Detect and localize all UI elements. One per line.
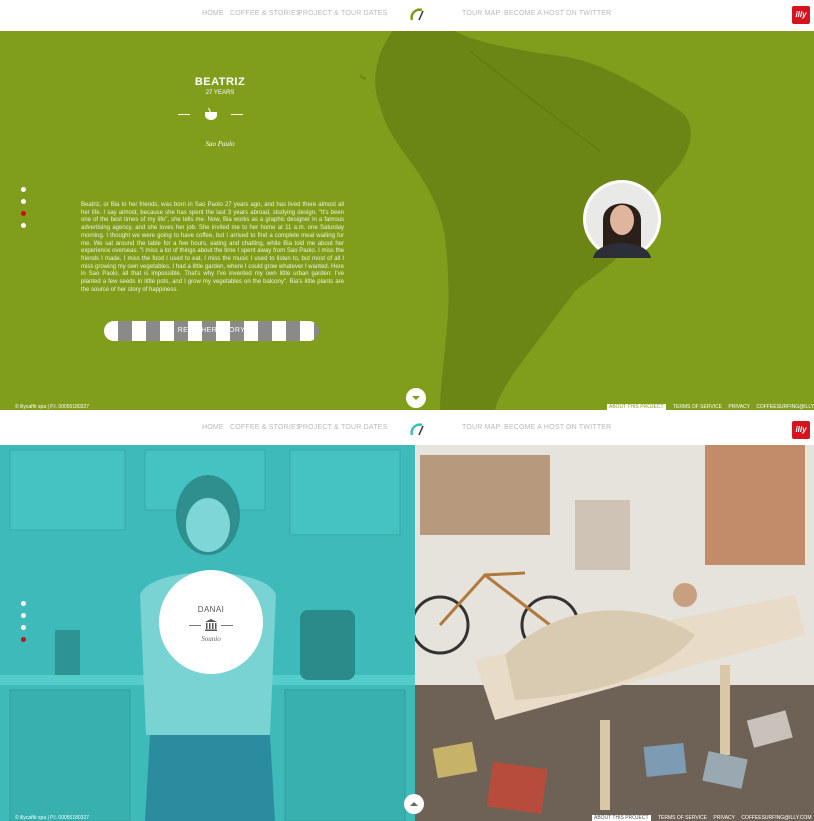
footer-email-link[interactable]: COFFEESURFING@ILLY.COM	[756, 404, 814, 410]
pager-dot-4[interactable]	[21, 223, 26, 228]
nav-home[interactable]: HOME	[202, 10, 224, 17]
pager-dot-1[interactable]	[21, 187, 26, 192]
nav-project-tour-dates-2[interactable]: PROJECT & TOUR DATES	[298, 424, 387, 431]
nav-tour-map-2[interactable]: TOUR MAP	[462, 424, 500, 431]
nav-coffee-stories[interactable]: COFFEE & STORIES	[230, 10, 301, 17]
illy-logo[interactable]: illy	[792, 6, 810, 24]
storyteller-name-2: DANAI	[197, 605, 225, 614]
footer-about-link[interactable]: ABOUT THIS PROJECT	[607, 404, 666, 410]
coffeesurfing-logo-icon-2[interactable]	[409, 421, 429, 439]
footer-copyright-2: © illycaffè spa | P.I. 00055180327	[15, 815, 90, 821]
nav-become-host-2[interactable]: BECOME A HOST	[504, 424, 564, 431]
storyteller-card[interactable]: DANAI Sounio	[159, 570, 263, 674]
pager2-dot-3[interactable]	[21, 625, 26, 630]
storyteller-city-2: Sounio	[201, 635, 221, 643]
top-navigation: HOME COFFEE & STORIES PROJECT & TOUR DAT…	[0, 0, 814, 31]
storyteller-age: 27 YEARS	[205, 90, 235, 96]
footer-privacy-link[interactable]: PRIVACY	[728, 404, 750, 410]
nav-become-host[interactable]: BECOME A HOST	[504, 10, 564, 17]
scroll-up-button[interactable]	[404, 794, 424, 814]
footer-email-link-2[interactable]: COFFEESURFING@ILLY.COM	[741, 815, 811, 821]
chevron-up-icon	[410, 802, 418, 806]
pager2-dot-4-active[interactable]	[21, 637, 26, 642]
story-background: BEATRIZ 27 YEARS Sao Paulo Beatriz, or B…	[0, 31, 814, 410]
pager2-dot-1[interactable]	[21, 601, 26, 606]
pager2-dot-2[interactable]	[21, 613, 26, 618]
story-screen-beatriz: HOME COFFEE & STORIES PROJECT & TOUR DAT…	[0, 0, 814, 410]
avatar[interactable]	[583, 180, 661, 258]
footer-terms-link[interactable]: TERMS OF SERVICE	[673, 404, 722, 410]
temple-icon	[205, 619, 217, 631]
footer-terms-link-2[interactable]: TERMS OF SERVICE	[658, 815, 707, 821]
footer-links-2: ABOUT THIS PROJECT TERMS OF SERVICE PRIV…	[592, 815, 812, 821]
scroll-down-button[interactable]	[406, 388, 426, 408]
footer-about-link-2[interactable]: ABOUT THIS PROJECT	[592, 815, 651, 821]
footer-privacy-link-2[interactable]: PRIVACY	[713, 815, 735, 821]
top-navigation-2: HOME COFFEE & STORIES PROJECT & TOUR DAT…	[0, 412, 814, 445]
story-pager	[21, 187, 26, 235]
illy-logo-2[interactable]: illy	[792, 421, 810, 439]
read-her-story-button[interactable]: READ HER STORY	[104, 321, 319, 341]
nav-on-twitter[interactable]: ON TWITTER	[566, 10, 611, 17]
nav-home-2[interactable]: HOME	[202, 424, 224, 431]
nav-coffee-stories-2[interactable]: COFFEE & STORIES	[230, 424, 301, 431]
footer-links: ABOUT THIS PROJECT TERMS OF SERVICE PRIV…	[607, 404, 814, 410]
name-divider	[178, 107, 243, 121]
nav-tour-map[interactable]: TOUR MAP	[462, 10, 500, 17]
nav-project-tour-dates[interactable]: PROJECT & TOUR DATES	[298, 10, 387, 17]
read-her-story-label: READ HER STORY	[177, 327, 246, 334]
studio-photo: ABOUT THIS PROJECT TERMS OF SERVICE PRIV…	[415, 445, 814, 821]
chevron-down-icon	[412, 396, 420, 400]
pager-dot-2[interactable]	[21, 199, 26, 204]
name-divider-2	[159, 618, 263, 632]
nav-on-twitter-2[interactable]: ON TWITTER	[566, 424, 611, 431]
storyteller-portrait	[586, 183, 658, 258]
storyteller-name: BEATRIZ	[194, 76, 246, 88]
coffee-cup-icon	[205, 107, 217, 120]
story-pager-2	[21, 601, 26, 649]
footer-copyright: © illycaffè spa | P.I. 00055180327	[15, 404, 90, 410]
coffeesurfing-logo-icon[interactable]	[409, 6, 429, 24]
kitchen-photo-overlay: DANAI Sounio © illycaffè spa | P.I. 0005…	[0, 445, 415, 821]
pager-dot-3-active[interactable]	[21, 211, 26, 216]
story-text: Beatriz, or Bia to her friends, was born…	[81, 202, 344, 293]
studio-photo-image	[415, 445, 814, 821]
storyteller-city: Sao Paulo	[205, 140, 235, 148]
story-screen-danai: HOME COFFEE & STORIES PROJECT & TOUR DAT…	[0, 412, 814, 821]
